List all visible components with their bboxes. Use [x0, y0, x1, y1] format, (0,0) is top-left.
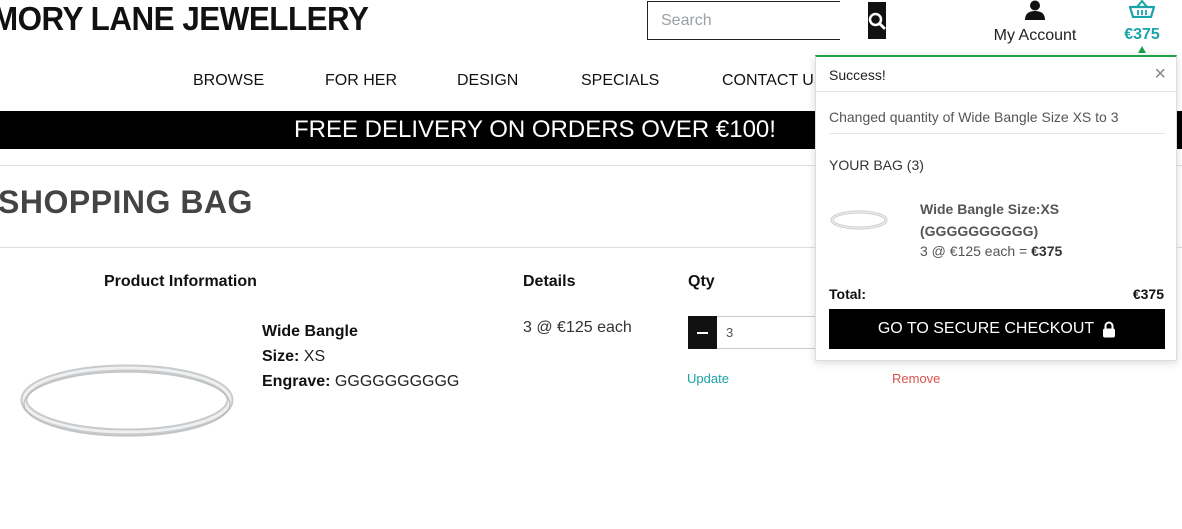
search-icon: [868, 12, 886, 29]
popup-item-line: 3 @ €125 each =: [920, 243, 1032, 259]
nav-item-specials[interactable]: SPECIALS: [581, 72, 659, 90]
column-header-qty: Qty: [688, 273, 715, 290]
nav-item-for-her[interactable]: FOR HER: [325, 72, 397, 90]
product-image-bangle[interactable]: [20, 362, 234, 440]
nav-item-contact-us[interactable]: CONTACT US: [722, 72, 825, 90]
secure-checkout-button[interactable]: GO TO SECURE CHECKOUT: [829, 309, 1165, 349]
lock-icon: [1103, 321, 1116, 337]
nav-item-design[interactable]: DESIGN: [457, 72, 518, 90]
user-icon: [1025, 0, 1045, 20]
promo-banner-text: FREE DELIVERY ON ORDERS OVER €100!: [294, 116, 776, 143]
my-account-link[interactable]: My Account: [986, 0, 1084, 45]
column-header-details: Details: [523, 273, 576, 290]
page-title: SHOPPING BAG: [0, 184, 253, 220]
nav-item-browse[interactable]: BROWSE: [193, 72, 264, 90]
popup-pointer: [1138, 46, 1146, 53]
basket-icon: [1128, 0, 1156, 19]
cart-total: €375: [1124, 26, 1160, 43]
remove-link[interactable]: Remove: [892, 371, 940, 386]
close-icon[interactable]: ×: [1154, 64, 1166, 84]
product-name[interactable]: Wide Bangle: [262, 323, 358, 340]
search-bar: [647, 1, 886, 40]
site-logo[interactable]: MORY LANE JEWELLERY: [0, 0, 369, 38]
engrave-value: GGGGGGGGGG: [334, 373, 460, 390]
popup-product-image: [830, 210, 888, 230]
my-account-label: My Account: [993, 27, 1077, 44]
cart-popup: Success! × Changed quantity of Wide Bang…: [815, 55, 1177, 361]
price-details: 3 @ €125 each: [523, 319, 632, 336]
decrease-qty-button[interactable]: [688, 316, 717, 349]
size-value: XS: [303, 348, 326, 365]
search-input[interactable]: [648, 2, 868, 39]
cart-link[interactable]: €375: [1118, 0, 1166, 53]
total-value: €375: [1132, 286, 1164, 302]
size-label: Size:: [262, 348, 300, 365]
popup-item-total: €375: [1031, 243, 1063, 259]
search-button[interactable]: [868, 2, 886, 39]
column-header-product: Product Information: [104, 273, 257, 290]
divider: [829, 133, 1165, 134]
quantity-stepper: [688, 316, 827, 349]
popup-item-price: 3 @ €125 each = €375: [920, 243, 1062, 259]
update-link[interactable]: Update: [687, 371, 729, 386]
popup-message: Changed quantity of Wide Bangle Size XS …: [829, 109, 1119, 125]
bag-count: YOUR BAG (3): [829, 157, 924, 173]
checkout-label: GO TO SECURE CHECKOUT: [877, 320, 1095, 337]
total-label: Total:: [829, 286, 867, 302]
minus-icon: [697, 331, 708, 334]
popup-heading: Success!: [829, 67, 886, 83]
engrave-label: Engrave:: [262, 373, 331, 390]
product-info: Wide Bangle Size: XS Engrave: GGGGGGGGGG: [262, 319, 459, 394]
popup-item-name[interactable]: Wide Bangle Size:XS (GGGGGGGGGG): [920, 198, 1100, 242]
quantity-input[interactable]: [717, 316, 827, 349]
divider: [816, 91, 1176, 92]
